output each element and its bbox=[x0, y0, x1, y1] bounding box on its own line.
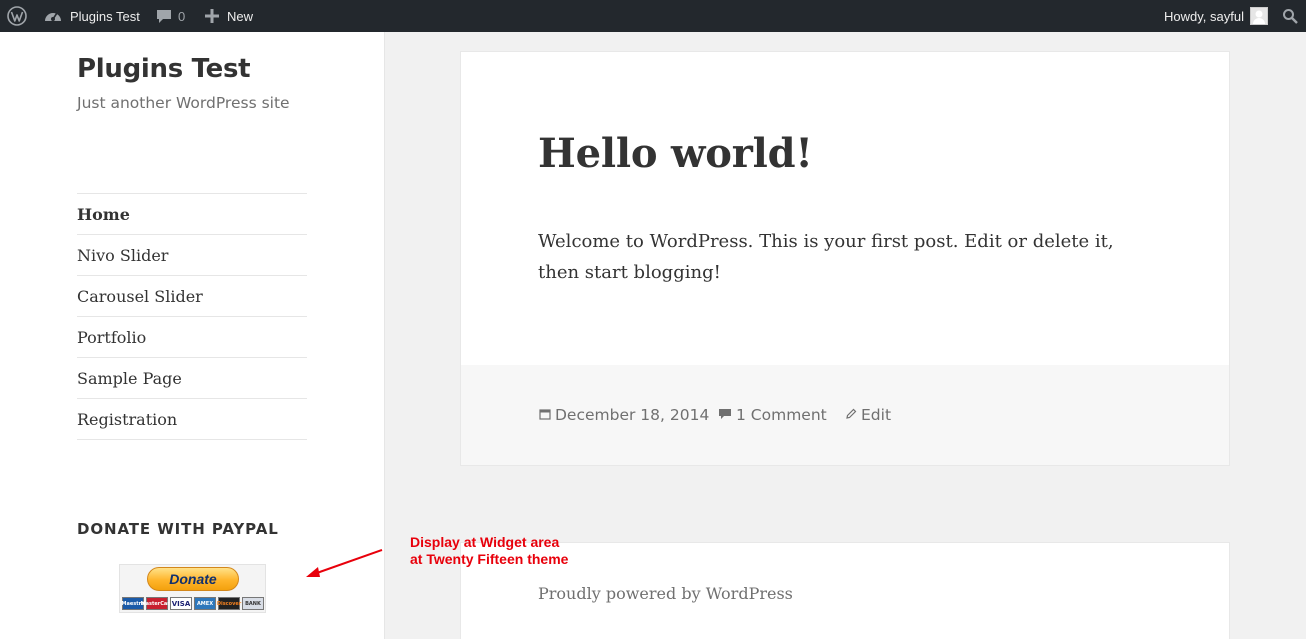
amex-card-icon: AMEX bbox=[194, 597, 216, 610]
admin-bar-account[interactable]: Howdy, sayful bbox=[1164, 0, 1268, 32]
avatar bbox=[1250, 7, 1268, 25]
post-date[interactable]: December 18, 2014 bbox=[539, 365, 709, 465]
wordpress-logo-icon[interactable] bbox=[6, 0, 28, 32]
search-icon[interactable] bbox=[1282, 0, 1298, 32]
menu-item-home[interactable]: Home bbox=[77, 194, 307, 235]
pencil-icon bbox=[845, 406, 857, 424]
post-edit-text: Edit bbox=[861, 406, 892, 424]
annotation-arrow-icon bbox=[306, 549, 383, 577]
dashboard-icon bbox=[44, 8, 62, 24]
annotation-line-1: Display at Widget area bbox=[410, 534, 560, 550]
menu-item-registration[interactable]: Registration bbox=[77, 399, 307, 440]
post-footer: December 18, 2014 1 Comment Edit bbox=[461, 365, 1229, 465]
annotation-text: Display at Widget area at Twenty Fifteen… bbox=[410, 534, 568, 568]
widget-title: DONATE WITH PAYPAL bbox=[77, 520, 279, 538]
site-description: Just another WordPress site bbox=[77, 94, 290, 112]
menu-item-nivo-slider[interactable]: Nivo Slider bbox=[77, 235, 307, 276]
comment-bubble-icon bbox=[156, 8, 172, 24]
payment-cards: Maestro MasterCard VISA AMEX Discover BA… bbox=[122, 597, 264, 610]
new-label: New bbox=[227, 8, 254, 24]
plus-icon bbox=[205, 9, 219, 23]
paypal-donate-widget[interactable]: Donate Maestro MasterCard VISA AMEX Disc… bbox=[119, 564, 266, 613]
admin-bar-site-name: Plugins Test bbox=[70, 8, 140, 24]
howdy-text: Howdy, sayful bbox=[1164, 8, 1244, 24]
post-content: Welcome to WordPress. This is your first… bbox=[538, 231, 1114, 283]
annotation-line-2: at Twenty Fifteen theme bbox=[410, 551, 569, 567]
donate-button[interactable]: Donate bbox=[147, 567, 239, 591]
admin-bar-comments[interactable]: 0 bbox=[156, 0, 185, 32]
post-comments-text: 1 Comment bbox=[736, 406, 827, 424]
main-navigation: Home Nivo Slider Carousel Slider Portfol… bbox=[77, 193, 307, 440]
visa-card-icon: VISA bbox=[170, 597, 192, 610]
admin-bar: Plugins Test 0 New Howdy, sayful bbox=[0, 0, 1306, 32]
comments-count: 0 bbox=[178, 8, 186, 24]
post-date-text: December 18, 2014 bbox=[555, 406, 710, 424]
site-title[interactable]: Plugins Test bbox=[77, 54, 251, 84]
site-info[interactable]: Proudly powered by WordPress bbox=[538, 584, 793, 603]
calendar-icon bbox=[539, 406, 551, 424]
menu-item-sample-page[interactable]: Sample Page bbox=[77, 358, 307, 399]
post-comments-link[interactable]: 1 Comment bbox=[718, 365, 827, 465]
comment-icon bbox=[718, 406, 732, 424]
post-title[interactable]: Hello world! bbox=[538, 130, 813, 177]
discover-card-icon: Discover bbox=[217, 597, 241, 610]
bank-card-icon: BANK bbox=[242, 597, 264, 610]
menu-item-portfolio[interactable]: Portfolio bbox=[77, 317, 307, 358]
menu-item-carousel-slider[interactable]: Carousel Slider bbox=[77, 276, 307, 317]
admin-bar-site-link[interactable]: Plugins Test bbox=[44, 0, 140, 32]
post-edit-link[interactable]: Edit bbox=[845, 365, 891, 465]
admin-bar-new[interactable]: New bbox=[205, 0, 253, 32]
post-article: Hello world! Welcome to WordPress. This … bbox=[460, 51, 1230, 466]
mastercard-card-icon: MasterCard bbox=[141, 597, 173, 610]
site-footer: Proudly powered by WordPress bbox=[460, 542, 1230, 639]
